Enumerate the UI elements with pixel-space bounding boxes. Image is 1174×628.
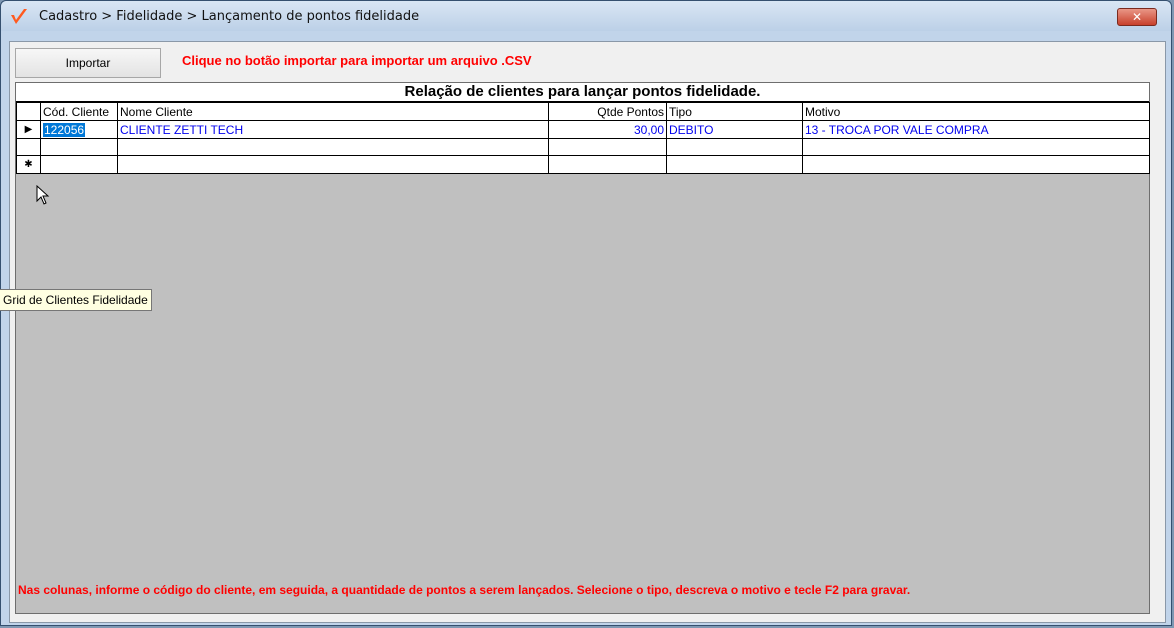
row-indicator [16,138,41,156]
cell-nome-cliente[interactable]: CLIENTE ZETTI TECH [117,120,549,139]
grid-caption: Relação de clientes para lançar pontos f… [16,83,1149,102]
cell-qtde-pontos[interactable] [548,138,667,156]
close-button[interactable]: ✕ [1117,8,1157,26]
cell-qtde-pontos[interactable]: 30,00 [548,120,667,139]
mouse-pointer-icon [36,185,50,205]
cell-nome-cliente[interactable] [117,155,549,174]
close-icon: ✕ [1131,10,1143,24]
current-row-arrow-icon: ▶ [24,124,33,135]
cell-tipo[interactable] [666,138,803,156]
new-row[interactable]: ✱ [16,155,1150,174]
cell-cod-cliente[interactable]: 122056 ▼ [40,120,118,139]
column-header-nome-cliente[interactable]: Nome Cliente [117,102,549,121]
row-indicator-header [16,102,41,121]
form-client-area: Importar Clique no botão importar para i… [9,41,1166,623]
column-header-tipo[interactable]: Tipo [666,102,803,121]
grid-table: Cód. Cliente Nome Cliente Qtde Pontos Ti… [16,102,1150,174]
row-indicator: ▶ [16,120,41,139]
cell-cod-cliente[interactable] [40,138,118,156]
clients-grid[interactable]: Relação de clientes para lançar pontos f… [15,82,1150,614]
grid-tooltip: Grid de Clientes Fidelidade [0,289,152,311]
main-window: Cadastro > Fidelidade > Lançamento de po… [0,0,1172,626]
column-header-motivo[interactable]: Motivo [802,102,1150,121]
import-button[interactable]: Importar [15,48,161,78]
cell-motivo[interactable] [802,138,1150,156]
column-header-cod-cliente[interactable]: Cód. Cliente [40,102,118,121]
cell-tipo[interactable]: DEBITO [666,120,803,139]
cell-cod-cliente[interactable] [40,155,118,174]
window-title: Cadastro > Fidelidade > Lançamento de po… [39,9,420,24]
table-row[interactable] [16,138,1150,156]
title-bar: Cadastro > Fidelidade > Lançamento de po… [1,1,1171,31]
column-header-qtde-pontos[interactable]: Qtde Pontos [548,102,667,121]
cell-tipo[interactable] [666,155,803,174]
import-hint-text: Clique no botão importar para importar u… [182,53,532,68]
instructions-text: Nas colunas, informe o código do cliente… [18,583,911,597]
table-row[interactable]: ▶ 122056 ▼ CLIENTE ZETTI TECH 30,00 DEBI… [16,120,1150,139]
cell-qtde-pontos[interactable] [548,155,667,174]
cell-nome-cliente[interactable] [117,138,549,156]
new-row-asterisk-icon: ✱ [24,159,33,170]
grid-header-row: Cód. Cliente Nome Cliente Qtde Pontos Ti… [16,102,1150,121]
cell-motivo[interactable] [802,155,1150,174]
app-logo-icon [11,9,27,24]
row-indicator: ✱ [16,155,41,174]
cod-cliente-value[interactable]: 122056 [43,122,86,137]
cell-motivo[interactable]: 13 - TROCA POR VALE COMPRA [802,120,1150,139]
